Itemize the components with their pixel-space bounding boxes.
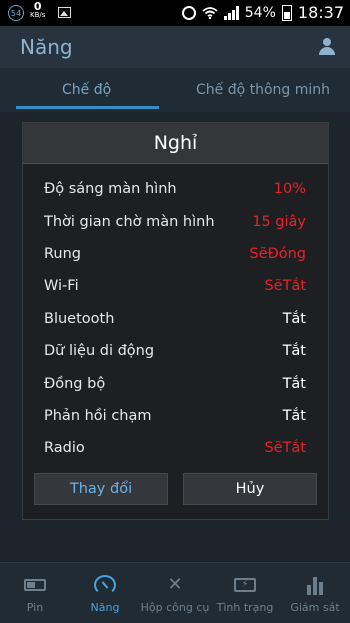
dialog-title: Nghỉ [23, 123, 328, 164]
nav-item-status[interactable]: ⚡ Tình trạng [210, 563, 280, 623]
setting-value: SẽĐóng [249, 245, 306, 262]
nav-label: Pin [26, 601, 44, 614]
status-right: 54% 18:37 [181, 3, 344, 22]
setting-row-screen-timeout: Thời gian chờ màn hình 15 giây [23, 205, 328, 237]
nav-item-monitor[interactable]: Giám sát [280, 563, 350, 623]
setting-label: Rung [44, 245, 82, 262]
nav-item-battery[interactable]: Pin [0, 563, 70, 623]
setting-row-vibrate: Rung SẽĐóng [23, 238, 328, 270]
setting-label: Độ sáng màn hình [44, 181, 177, 198]
setting-row-mobile-data: Dữ liệu di động Tắt [23, 335, 328, 367]
setting-row-haptic: Phản hồi chạm Tắt [23, 400, 328, 432]
bar-chart-icon [304, 575, 326, 595]
notification-count-badge: 54 [8, 5, 24, 21]
mode-dialog: Nghỉ Độ sáng màn hình 10% Thời gian chờ … [22, 122, 329, 520]
nav-label: Giám sát [290, 601, 340, 614]
app-header: Năng [0, 26, 350, 68]
setting-value: Tắt [282, 407, 306, 424]
battery-percent: 54% [244, 4, 276, 21]
tab-mode[interactable]: Chế độ [62, 82, 111, 98]
tab-smart-mode[interactable]: Chế độ thông minh [196, 82, 330, 98]
signal-icon [223, 5, 239, 20]
nav-label: Tình trạng [216, 601, 274, 614]
network-speed: 0 KB/s [30, 0, 46, 20]
image-notification-icon [58, 7, 71, 18]
network-speed-value: 0 [33, 0, 42, 13]
setting-label: Thời gian chờ màn hình [44, 213, 215, 230]
setting-value: Tắt [282, 310, 306, 327]
setting-label: Dữ liệu di động [44, 343, 155, 360]
gauge-icon [94, 575, 116, 595]
setting-label: Wi-Fi [44, 278, 79, 295]
active-tab-indicator [16, 106, 159, 109]
setting-value: SẽTắt [264, 278, 306, 295]
setting-row-radio: Radio SẽTắt [23, 432, 328, 464]
setting-value: Tắt [282, 343, 306, 360]
setting-value: SẽTắt [264, 440, 306, 457]
settings-list: Độ sáng màn hình 10% Thời gian chờ màn h… [23, 173, 328, 465]
setting-label: Radio [44, 440, 85, 457]
setting-row-wifi: Wi-Fi SẽTắt [23, 270, 328, 302]
charging-icon: ⚡ [234, 578, 256, 592]
setting-label: Phản hồi chạm [44, 407, 152, 424]
nav-item-toolbox[interactable]: ✕ Hộp công cụ [140, 563, 210, 623]
setting-value: Tắt [282, 375, 306, 392]
bottom-nav: Pin Năng ✕ Hộp công cụ ⚡ Tình trạng Giám… [0, 562, 350, 623]
setting-value: 10% [273, 181, 306, 198]
status-bar: 54 0 KB/s 54% 18:37 [0, 0, 350, 26]
setting-label: Đồng bộ [44, 375, 106, 392]
tools-icon: ✕ [167, 574, 183, 595]
notification-count: 54 [10, 8, 22, 18]
change-button[interactable]: Thay đổi [34, 473, 168, 505]
nav-label: Hộp công cụ [140, 601, 210, 614]
wifi-icon [202, 6, 218, 19]
clock: 18:37 [297, 3, 344, 22]
setting-value: 15 giây [252, 213, 306, 230]
setting-row-sync: Đồng bộ Tắt [23, 367, 328, 399]
setting-row-brightness: Độ sáng màn hình 10% [23, 173, 328, 205]
nav-item-power[interactable]: Năng [70, 563, 140, 623]
alarm-icon [181, 5, 196, 20]
tab-bar: Chế độ Chế độ thông minh [0, 68, 350, 112]
setting-label: Bluetooth [44, 310, 115, 327]
battery-icon [24, 579, 46, 591]
dialog-buttons: Thay đổi Hủy [34, 473, 317, 505]
nav-label: Năng [90, 601, 120, 614]
battery-status-icon [281, 4, 292, 21]
cancel-button[interactable]: Hủy [183, 473, 317, 505]
user-icon[interactable] [318, 38, 336, 56]
network-speed-unit: KB/s [30, 11, 46, 19]
page-title: Năng [20, 35, 73, 59]
setting-row-bluetooth: Bluetooth Tắt [23, 303, 328, 335]
